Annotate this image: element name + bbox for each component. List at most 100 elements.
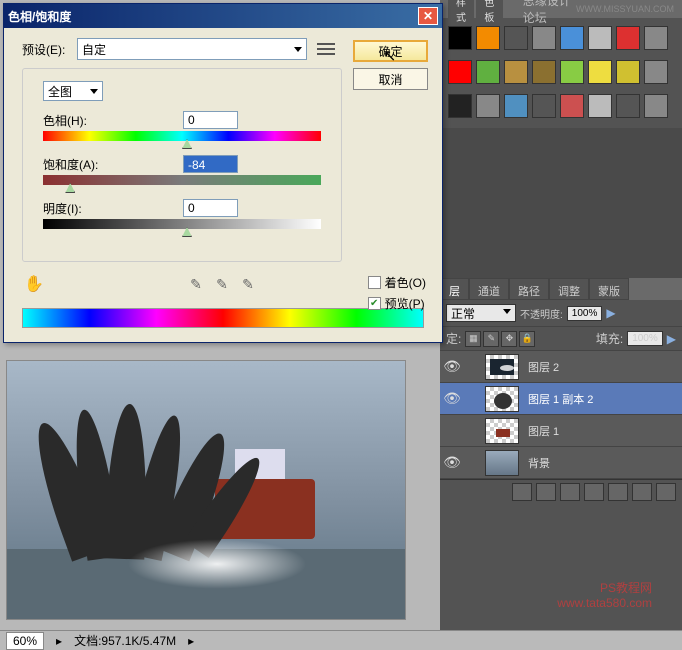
hue-input[interactable] — [183, 111, 238, 129]
layer-name[interactable]: 图层 2 — [522, 359, 559, 375]
titlebar[interactable]: 色相/饱和度 ✕ — [4, 4, 442, 28]
swatch[interactable] — [504, 60, 528, 84]
swatch[interactable] — [504, 94, 528, 118]
top-tab[interactable]: 样式 — [448, 0, 474, 26]
saturation-input[interactable]: -84 — [183, 155, 238, 173]
edit-select[interactable]: 全图 — [43, 81, 103, 101]
swatch[interactable] — [448, 60, 472, 84]
hue-label: 色相(H): — [43, 112, 183, 129]
layer-row[interactable]: 图层 1 — [440, 415, 682, 447]
panel-tab[interactable]: 蒙版 — [589, 278, 629, 300]
new-layer-icon[interactable] — [632, 483, 652, 501]
layer-name[interactable]: 图层 1 — [522, 423, 559, 439]
layer-thumbnail[interactable] — [485, 418, 519, 444]
visibility-icon[interactable]: 👁 — [440, 454, 464, 471]
layer-thumbnail[interactable] — [485, 354, 519, 380]
swatch[interactable] — [644, 60, 668, 84]
swatch[interactable] — [532, 26, 556, 50]
preset-menu-icon[interactable] — [317, 42, 335, 56]
swatch[interactable] — [616, 26, 640, 50]
flyout-icon[interactable]: ▶ — [667, 332, 676, 346]
swatch[interactable] — [588, 26, 612, 50]
swatch[interactable] — [644, 26, 668, 50]
swatch[interactable] — [448, 26, 472, 50]
dialog-body: 预设(E): 自定 确定 取消 全图 色相(H): — [4, 28, 442, 342]
layer-thumbnail[interactable] — [485, 386, 519, 412]
colorize-checkbox[interactable]: 着色(O) — [368, 274, 426, 291]
preset-select[interactable]: 自定 — [77, 38, 307, 60]
scrubby-icon[interactable]: ✋ — [22, 274, 46, 294]
zoom-value[interactable]: 60% — [6, 632, 44, 650]
layer-row[interactable]: 👁 背景 — [440, 447, 682, 479]
lightness-input[interactable] — [183, 199, 238, 217]
blend-mode-select[interactable]: 正常 — [446, 304, 516, 322]
panel-tab[interactable]: 路径 — [509, 278, 549, 300]
swatch[interactable] — [476, 94, 500, 118]
triangle-icon[interactable]: ▸ — [188, 634, 194, 648]
swatch[interactable] — [476, 60, 500, 84]
panel-tab[interactable]: 调整 — [549, 278, 589, 300]
visibility-icon[interactable]: 👁 — [440, 358, 464, 375]
layer-name[interactable]: 背景 — [522, 455, 550, 471]
top-tab[interactable]: 色板 — [476, 0, 502, 26]
swatch[interactable] — [588, 60, 612, 84]
group-icon[interactable] — [608, 483, 628, 501]
edit-group: 全图 色相(H): 饱和度(A): -84 明度(I): — [22, 68, 342, 262]
swatch[interactable] — [504, 26, 528, 50]
saturation-slider[interactable] — [43, 175, 321, 189]
ok-button[interactable]: 确定 — [353, 40, 428, 62]
flyout-icon[interactable]: ▶ — [606, 306, 615, 320]
swatch[interactable] — [476, 26, 500, 50]
lock-position-icon[interactable]: ✥ — [501, 331, 517, 347]
edit-value: 全图 — [48, 83, 72, 100]
close-button[interactable]: ✕ — [418, 7, 438, 25]
watermark-urls: PS教程网 www.tata580.com — [557, 579, 652, 610]
cancel-button[interactable]: 取消 — [353, 68, 428, 90]
link-layers-icon[interactable] — [512, 483, 532, 501]
swatch[interactable] — [532, 60, 556, 84]
swatch[interactable] — [560, 26, 584, 50]
delete-layer-icon[interactable] — [656, 483, 676, 501]
preview-checkbox[interactable]: ✔ 预览(P) — [368, 295, 426, 312]
swatch[interactable] — [616, 60, 640, 84]
fill-value[interactable]: 100% — [627, 331, 663, 346]
eyedropper-icon[interactable]: ✎ — [186, 274, 206, 294]
lightness-slider[interactable] — [43, 219, 321, 233]
opacity-value[interactable]: 100% — [567, 306, 603, 321]
colorize-label: 着色(O) — [385, 274, 426, 291]
swatch[interactable] — [560, 60, 584, 84]
layer-name[interactable]: 图层 1 副本 2 — [522, 391, 593, 407]
adjustment-icon[interactable] — [584, 483, 604, 501]
canvas[interactable] — [6, 360, 406, 620]
lock-label: 定: — [446, 330, 461, 347]
hue-saturation-dialog: 色相/饱和度 ✕ 预设(E): 自定 确定 取消 全图 色相(H): — [3, 3, 443, 343]
panel-tab[interactable]: 通道 — [469, 278, 509, 300]
splash-graphic — [127, 539, 307, 589]
panel-tab[interactable]: 层 — [440, 278, 469, 300]
eyedropper-minus-icon[interactable]: ✎ — [238, 274, 258, 294]
swatch[interactable] — [448, 94, 472, 118]
visibility-icon[interactable]: 👁 — [440, 390, 464, 407]
hue-slider[interactable] — [43, 131, 321, 145]
swatch[interactable] — [588, 94, 612, 118]
swatch[interactable] — [616, 94, 640, 118]
opacity-label: 不透明度: — [520, 306, 563, 321]
eyedropper-plus-icon[interactable]: ✎ — [212, 274, 232, 294]
preview-label: 预览(P) — [385, 295, 425, 312]
chevron-down-icon — [503, 309, 511, 318]
mask-icon[interactable] — [560, 483, 580, 501]
lock-pixels-icon[interactable]: ✎ — [483, 331, 499, 347]
swatch[interactable] — [560, 94, 584, 118]
lock-transparent-icon[interactable]: ▦ — [465, 331, 481, 347]
triangle-icon[interactable]: ▸ — [56, 634, 62, 648]
spectrum-bar — [22, 308, 424, 328]
chevron-down-icon — [294, 47, 302, 56]
fx-icon[interactable] — [536, 483, 556, 501]
layer-row[interactable]: 👁 图层 1 副本 2 — [440, 383, 682, 415]
top-url: WWW.MISSYUAN.COM — [576, 4, 674, 14]
layer-row[interactable]: 👁 图层 2 — [440, 351, 682, 383]
swatch[interactable] — [532, 94, 556, 118]
layer-thumbnail[interactable] — [485, 450, 519, 476]
swatch[interactable] — [644, 94, 668, 118]
lock-all-icon[interactable]: 🔒 — [519, 331, 535, 347]
